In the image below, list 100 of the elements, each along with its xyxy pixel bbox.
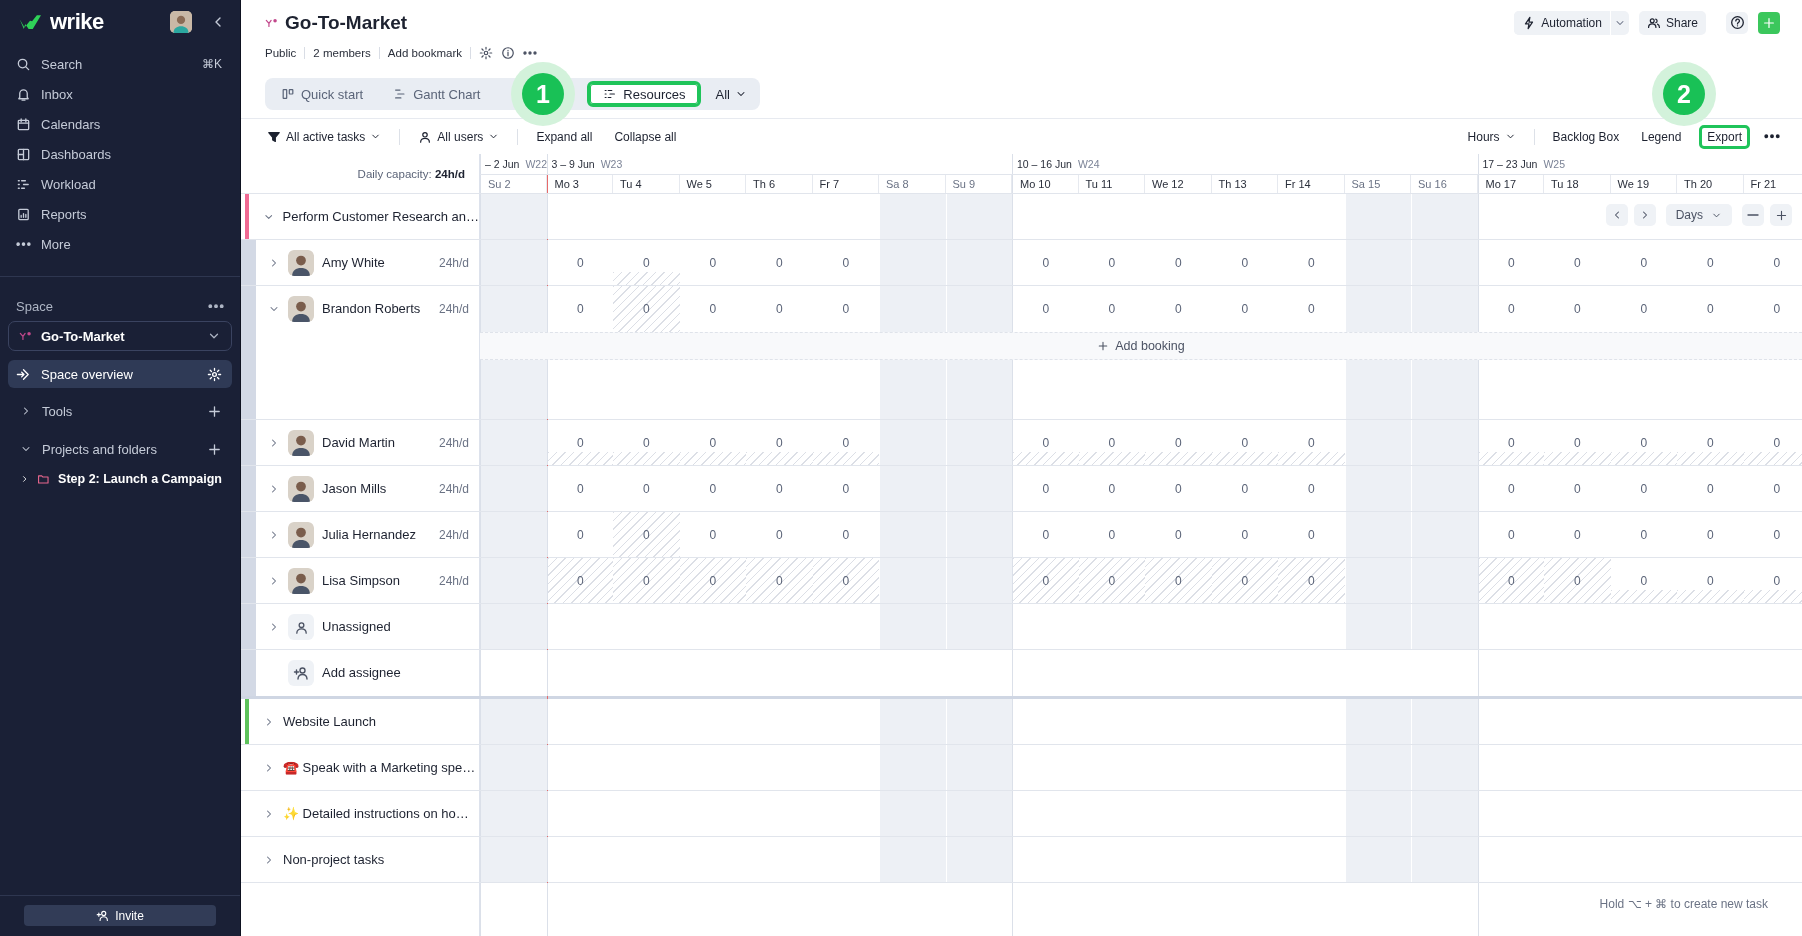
info-icon[interactable] bbox=[501, 46, 515, 60]
tree-section[interactable]: Tools bbox=[8, 396, 232, 426]
hours-value: 0 bbox=[1773, 481, 1781, 496]
hours-value: 0 bbox=[1773, 527, 1781, 542]
hours-value: 0 bbox=[1706, 481, 1714, 496]
view-tab[interactable]: Quick start bbox=[268, 81, 377, 107]
nav-item[interactable]: Dashboards bbox=[8, 139, 232, 169]
dashboard-icon bbox=[16, 146, 31, 162]
toolbar-button[interactable]: Legend bbox=[1637, 124, 1686, 149]
project-title[interactable]: Perform Customer Research an… bbox=[282, 209, 479, 224]
hours-value: 0 bbox=[1706, 302, 1714, 316]
scale-dropdown[interactable]: Days bbox=[1665, 204, 1732, 226]
nav-item[interactable]: Inbox bbox=[8, 79, 232, 109]
view-dropdown[interactable]: All bbox=[705, 81, 757, 107]
capacity-value: 24h/d bbox=[438, 301, 469, 318]
hours-value: 0 bbox=[1307, 573, 1315, 588]
shortcut-label: ⌘K bbox=[202, 57, 222, 71]
hours-value: 0 bbox=[576, 573, 584, 588]
week-range: 17 – 23 Jun bbox=[1482, 158, 1538, 170]
week-number: W25 bbox=[1543, 158, 1565, 170]
indent-bar bbox=[241, 558, 256, 603]
project-title[interactable]: Website Launch bbox=[283, 714, 376, 729]
hours-value: 0 bbox=[709, 527, 717, 542]
week-number: W23 bbox=[600, 158, 623, 170]
bookmark-link[interactable]: Add bookmark bbox=[387, 47, 462, 59]
day-label: Th 6 bbox=[746, 175, 813, 193]
share-button[interactable]: Share bbox=[1638, 10, 1706, 35]
nav-item[interactable]: Reports bbox=[8, 199, 232, 229]
tree-item[interactable]: Step 2: Launch a Campaign bbox=[8, 464, 232, 494]
filter-dropdown[interactable]: All users bbox=[414, 124, 504, 149]
help-button[interactable] bbox=[1726, 11, 1748, 34]
next-button[interactable] bbox=[1633, 204, 1656, 226]
member-name[interactable]: Unassigned bbox=[322, 614, 469, 640]
space-item[interactable]: Space overview bbox=[8, 360, 232, 388]
day-label: We 12 bbox=[1145, 175, 1212, 193]
capacity-value: 24h/d bbox=[438, 573, 469, 590]
hours-value: 0 bbox=[642, 573, 650, 588]
project-title[interactable]: ✨ Detailed instructions on ho… bbox=[283, 806, 469, 821]
previous-button[interactable] bbox=[1605, 204, 1628, 226]
avatar[interactable] bbox=[170, 11, 192, 33]
nav-item[interactable]: Search ⌘K bbox=[8, 49, 232, 79]
week-range: 3 – 9 Jun bbox=[551, 158, 595, 170]
member-name[interactable]: Amy White bbox=[322, 250, 431, 276]
settings-icon[interactable] bbox=[479, 46, 493, 60]
more-icon[interactable] bbox=[1764, 134, 1780, 139]
nav-item[interactable]: Calendars bbox=[8, 109, 232, 139]
indent-bar bbox=[241, 604, 256, 649]
member-name[interactable]: Brandon Roberts bbox=[322, 296, 431, 322]
tree-section[interactable]: Projects and folders bbox=[8, 434, 232, 464]
more-icon[interactable] bbox=[208, 303, 224, 309]
week-number: W24 bbox=[1077, 158, 1100, 170]
hours-value: 0 bbox=[1241, 481, 1249, 496]
report-icon bbox=[16, 206, 31, 222]
member-name[interactable]: Jason Mills bbox=[322, 476, 431, 502]
hours-value: 0 bbox=[1706, 255, 1714, 270]
toolbar-button[interactable]: Export bbox=[1699, 124, 1750, 149]
hours-value: 0 bbox=[709, 481, 717, 496]
hours-value: 0 bbox=[1507, 302, 1515, 316]
hours-value: 0 bbox=[1174, 481, 1182, 496]
hours-value: 0 bbox=[709, 435, 717, 450]
member-name[interactable]: Lisa Simpson bbox=[322, 568, 431, 594]
hours-value: 0 bbox=[1042, 527, 1050, 542]
nav-item[interactable]: Workload bbox=[8, 169, 232, 199]
avatar bbox=[288, 250, 314, 276]
members-link[interactable]: 2 members bbox=[313, 47, 371, 59]
member-name[interactable]: David Martin bbox=[322, 430, 431, 456]
hours-value: 0 bbox=[642, 302, 650, 316]
hours-value: 0 bbox=[1307, 435, 1315, 450]
hours-value: 0 bbox=[1108, 573, 1116, 588]
invite-button[interactable]: Invite bbox=[24, 905, 216, 926]
hours-value: 0 bbox=[1773, 573, 1781, 588]
plus-icon[interactable] bbox=[207, 403, 222, 419]
avatar bbox=[288, 522, 314, 548]
hours-value: 0 bbox=[842, 435, 850, 450]
project-title[interactable]: Non-project tasks bbox=[283, 852, 385, 867]
day-label: Tu 11 bbox=[1078, 175, 1145, 193]
collapse-all-button[interactable]: Collapse all bbox=[610, 124, 681, 149]
add-assignee-button[interactable]: Add assignee bbox=[256, 650, 479, 696]
bell-icon bbox=[16, 86, 31, 102]
expand-all-button[interactable]: Expand all bbox=[532, 124, 597, 149]
view-tab[interactable]: Resources bbox=[587, 81, 702, 107]
plus-icon bbox=[1774, 208, 1788, 222]
toolbar-button[interactable]: Backlog Box bbox=[1548, 124, 1624, 149]
view-tab[interactable]: Gantt Chart bbox=[380, 81, 494, 107]
unit-dropdown[interactable]: Hours bbox=[1463, 124, 1520, 149]
hours-value: 0 bbox=[775, 435, 783, 450]
add-button[interactable] bbox=[1758, 11, 1780, 34]
member-name[interactable]: Julia Hernandez bbox=[322, 522, 431, 548]
hours-value: 0 bbox=[1108, 481, 1116, 496]
hours-value: 0 bbox=[709, 302, 717, 316]
zoom-in-button[interactable] bbox=[1770, 204, 1792, 226]
plus-icon[interactable] bbox=[207, 441, 222, 457]
capacity-value: 24h/d bbox=[438, 481, 469, 498]
nav-item[interactable]: More bbox=[8, 229, 232, 259]
zoom-out-button[interactable] bbox=[1742, 204, 1764, 226]
more-icon[interactable] bbox=[523, 51, 537, 55]
filter-dropdown[interactable]: All active tasks bbox=[263, 124, 386, 149]
project-title[interactable]: ☎ Speak with a Marketing spe… bbox=[283, 760, 476, 775]
hours-value: 0 bbox=[1640, 481, 1648, 496]
space-selector[interactable]: Go-To-Market bbox=[8, 321, 232, 351]
